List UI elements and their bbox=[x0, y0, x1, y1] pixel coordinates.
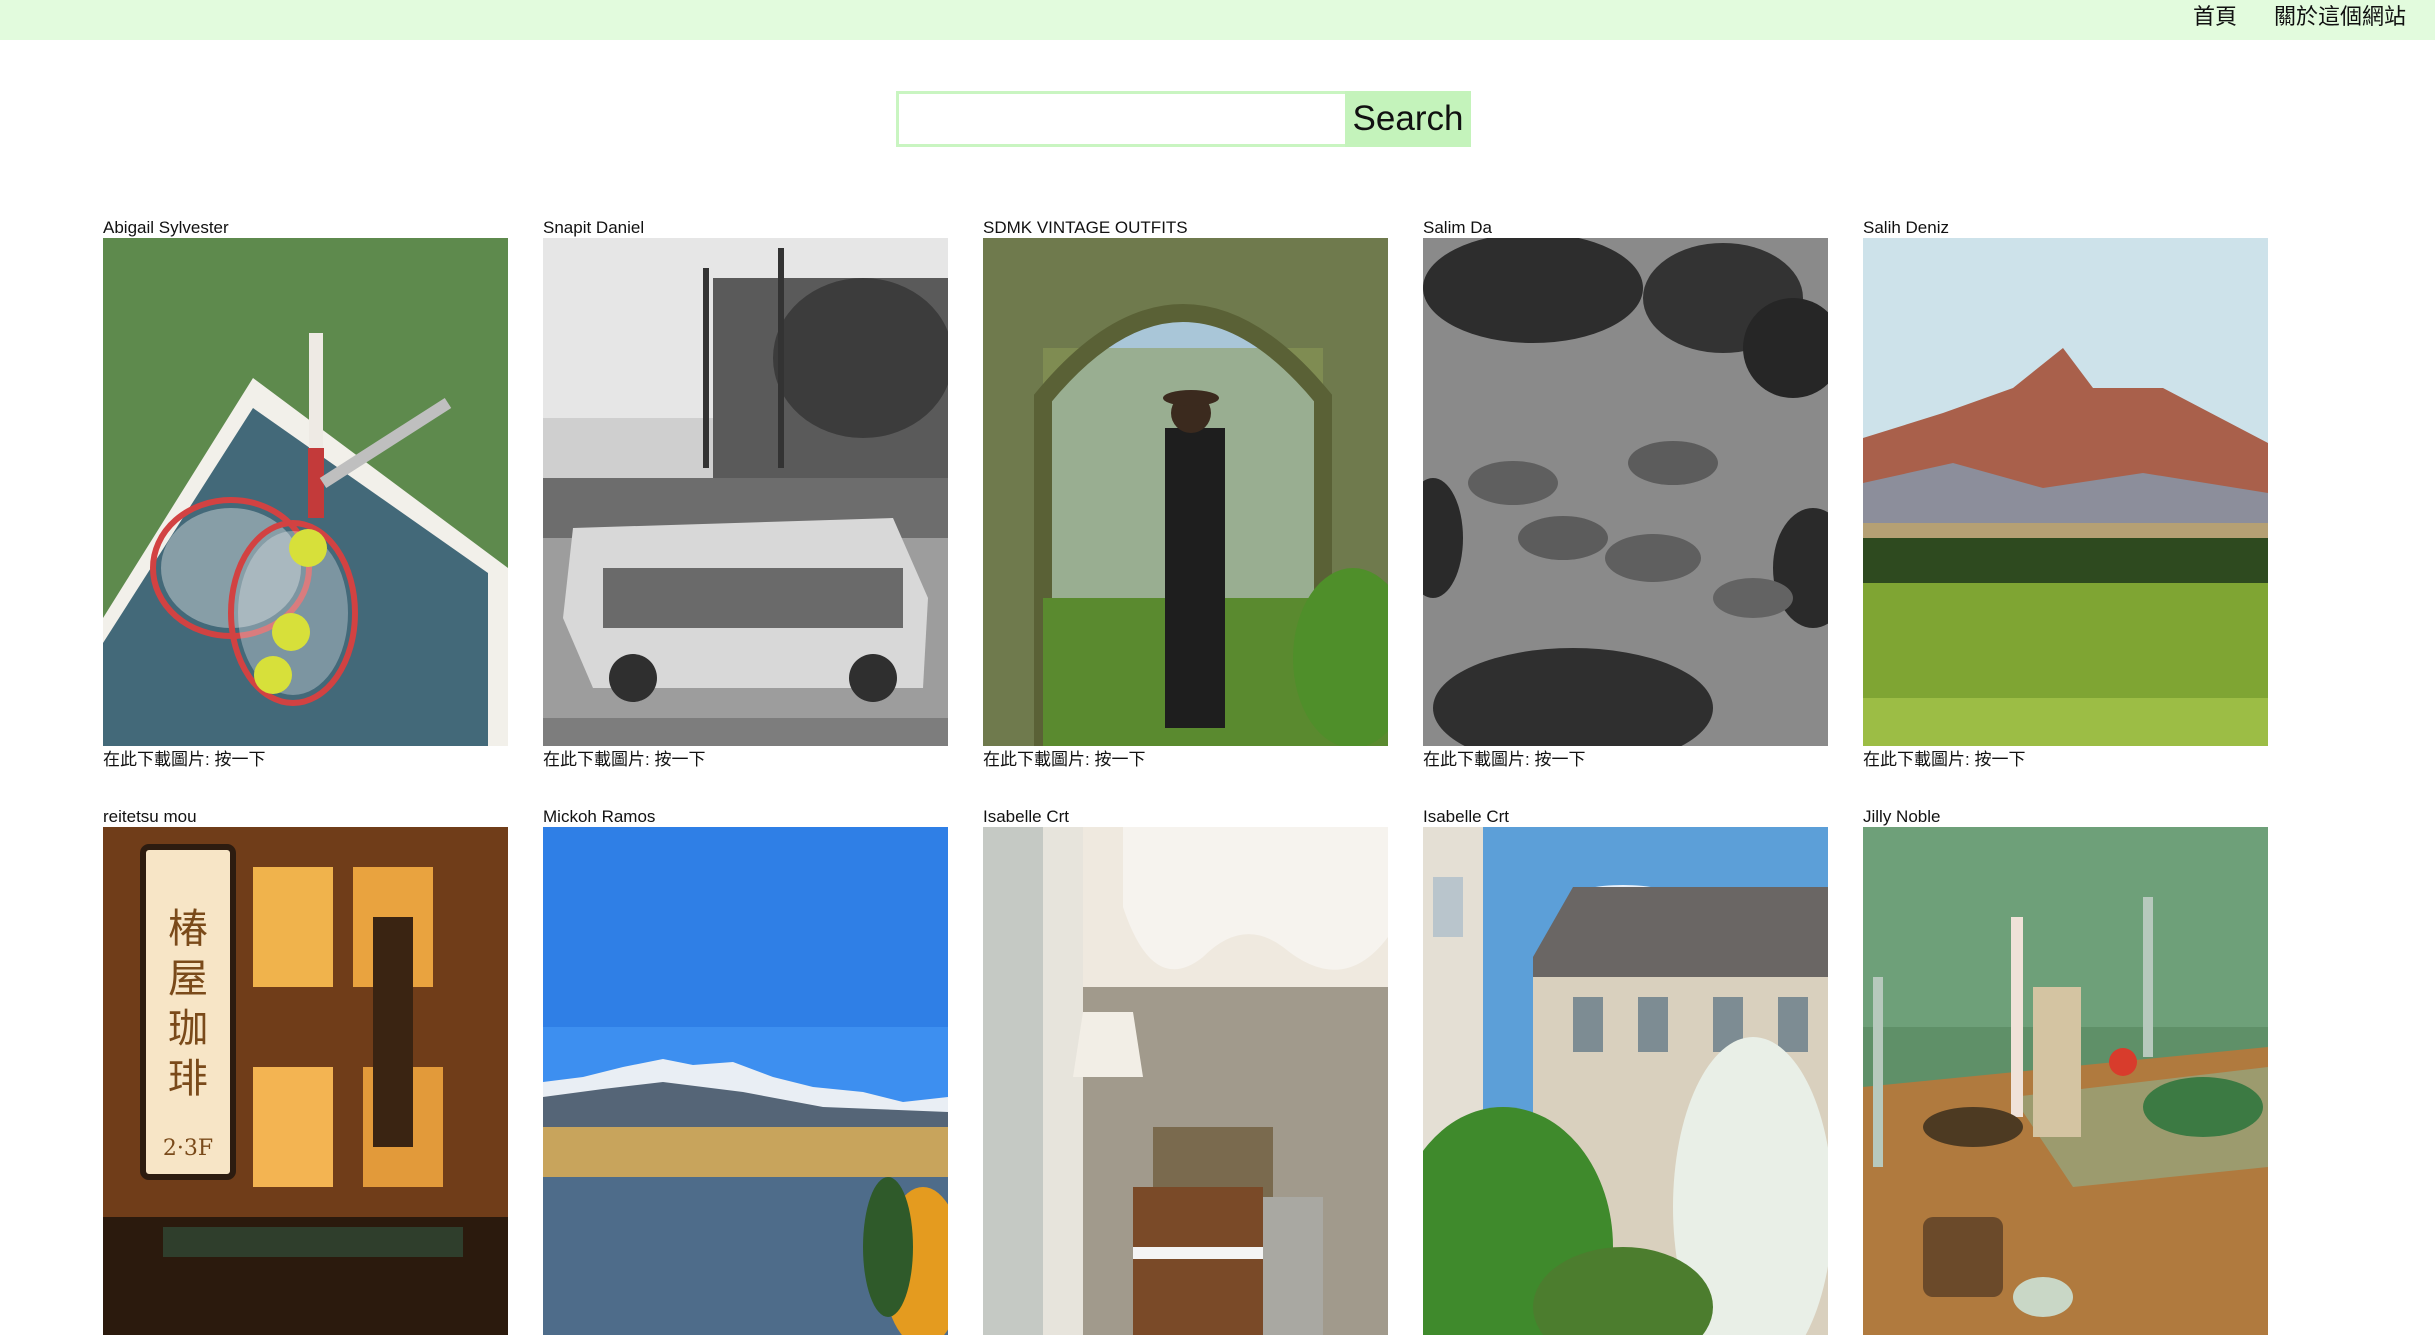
photo-image[interactable]: 椿 屋 珈 琲 2·3F bbox=[103, 827, 508, 1335]
photo-author: Isabelle Crt bbox=[983, 807, 1069, 826]
photo-author: Isabelle Crt bbox=[1423, 807, 1509, 826]
photo-image[interactable] bbox=[1863, 827, 2268, 1335]
photo-image[interactable] bbox=[543, 827, 948, 1335]
sign-char: 屋 bbox=[168, 956, 208, 1002]
photo-image[interactable] bbox=[983, 238, 1388, 746]
nav-about-link[interactable]: 關於這個網站 bbox=[2274, 4, 2406, 30]
nav-home-link[interactable]: 首頁 bbox=[2193, 4, 2237, 30]
photo-author: Jilly Noble bbox=[1863, 807, 1941, 826]
photo-author: SDMK VINTAGE OUTFITS bbox=[983, 218, 1188, 237]
sign-floor-text: 2·3F bbox=[163, 1136, 213, 1161]
search-input[interactable] bbox=[896, 91, 1359, 147]
sign-char: 琲 bbox=[168, 1056, 208, 1102]
download-link[interactable]: 在此下載圖片: 按一下 bbox=[103, 750, 265, 770]
photo-image[interactable] bbox=[1423, 238, 1828, 746]
photo-image[interactable] bbox=[103, 238, 508, 746]
photo-author: Salih Deniz bbox=[1863, 218, 1949, 237]
photo-author: Snapit Daniel bbox=[543, 218, 645, 237]
photo-author: Mickoh Ramos bbox=[543, 807, 656, 826]
photo-author: Abigail Sylvester bbox=[103, 218, 229, 237]
download-link[interactable]: 在此下載圖片: 按一下 bbox=[983, 750, 1145, 770]
download-link[interactable]: 在此下載圖片: 按一下 bbox=[1423, 750, 1585, 770]
download-link[interactable]: 在此下載圖片: 按一下 bbox=[1863, 750, 2025, 770]
photo-author: reitetsu mou bbox=[103, 807, 197, 826]
download-link[interactable]: 在此下載圖片: 按一下 bbox=[543, 750, 705, 770]
top-nav-bar: 首頁 關於這個網站 bbox=[0, 0, 2435, 40]
photo-image[interactable] bbox=[543, 238, 948, 746]
photo-image[interactable] bbox=[983, 827, 1388, 1335]
sign-char: 珈 bbox=[168, 1006, 208, 1052]
photo-image[interactable] bbox=[1423, 827, 1828, 1335]
sign-char: 椿 bbox=[168, 906, 208, 952]
search-button[interactable]: Search bbox=[1345, 91, 1471, 147]
photo-image[interactable] bbox=[1863, 238, 2268, 746]
photo-author: Salim Da bbox=[1423, 218, 1492, 237]
